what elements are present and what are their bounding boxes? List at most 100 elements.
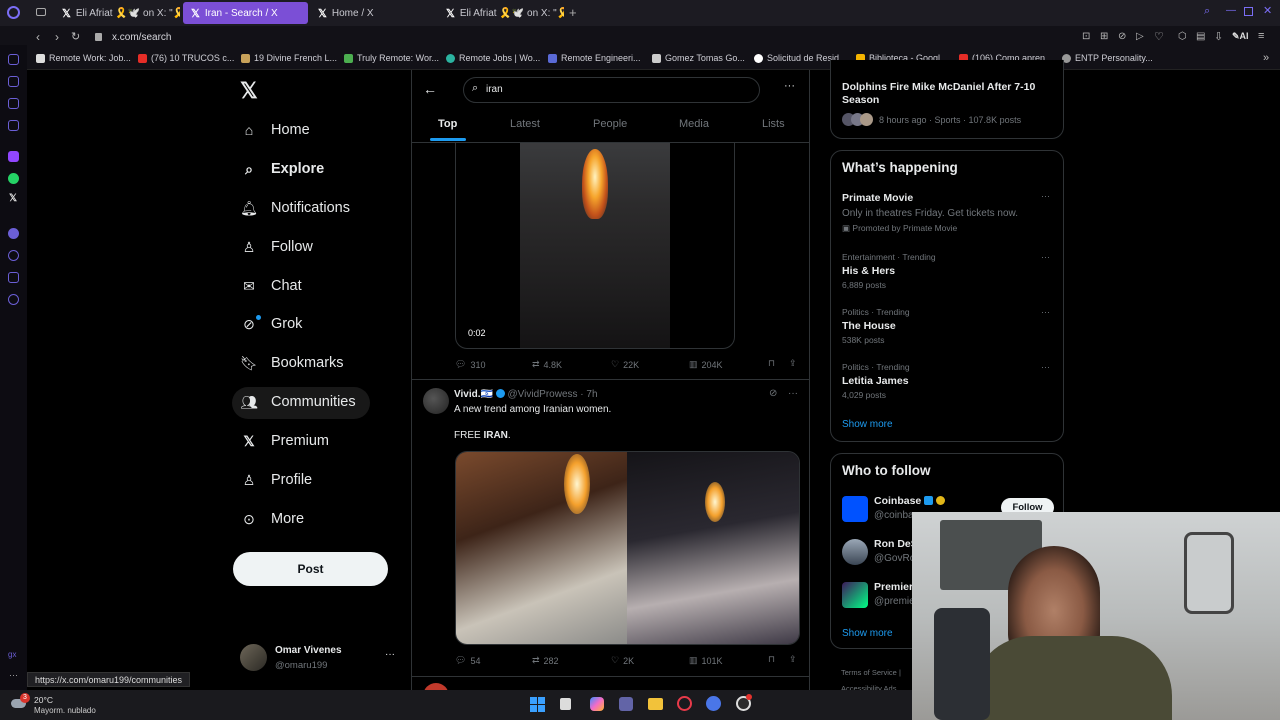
- share-button[interactable]: ⇪: [789, 358, 797, 369]
- post2-avatar[interactable]: [423, 388, 449, 414]
- bookmark-item[interactable]: Gomez Tomas Go...: [652, 53, 745, 63]
- heart-icon[interactable]: ♡: [1154, 30, 1164, 43]
- search-tabs-icon[interactable]: ⌕: [1204, 5, 1210, 18]
- share-button[interactable]: ⇪: [789, 654, 797, 665]
- x-icon[interactable]: 𝕏: [9, 193, 17, 204]
- reply-button[interactable]: 💬︎ 54: [455, 655, 480, 666]
- trend-item[interactable]: Primate Movie Only in theatres Friday. G…: [831, 189, 1063, 239]
- arc-icon[interactable]: [706, 696, 721, 711]
- bookmark-button[interactable]: ⊓: [768, 654, 775, 665]
- file-explorer-icon[interactable]: [648, 698, 663, 710]
- extensions-icon[interactable]: ⬡: [1178, 31, 1187, 42]
- history-icon[interactable]: [8, 250, 19, 261]
- tab-eli-1[interactable]: 𝕏Eli Afriat 🎗️🕊️ on X: "🎗️BR: [54, 2, 180, 24]
- pinboard-icon[interactable]: [8, 272, 19, 283]
- bookmark-item[interactable]: Truly Remote: Wor...: [344, 53, 439, 63]
- tab-iran-search[interactable]: 𝕏 Iran - Search / X: [183, 2, 308, 24]
- wallet-icon[interactable]: ▤: [1196, 31, 1205, 42]
- tab-people[interactable]: People: [593, 118, 627, 130]
- trend-item[interactable]: Politics · Trending Letitia James 4,029 …: [831, 360, 1063, 405]
- trend-item[interactable]: Politics · Trending The House 538K posts…: [831, 305, 1063, 350]
- search-options-icon[interactable]: ···: [784, 80, 795, 92]
- settings-icon[interactable]: [8, 294, 19, 305]
- menu-icon[interactable]: ≡: [1258, 30, 1264, 42]
- maximize-icon[interactable]: [1244, 7, 1253, 16]
- tab-eli-2[interactable]: 𝕏Eli Afriat 🎗️🕊️ on X: "🎗️BR: [438, 2, 564, 24]
- nav-explore[interactable]: ⌕ Explore: [241, 161, 324, 178]
- nav-home[interactable]: ⌂ Home: [241, 122, 310, 138]
- account-more-icon[interactable]: ···: [385, 649, 395, 660]
- nav-profile[interactable]: ♙ Profile: [241, 472, 312, 489]
- nav-more[interactable]: ⊙ More: [241, 511, 304, 528]
- bookmark-item[interactable]: Remote Work: Job...: [36, 53, 131, 63]
- reload-icon[interactable]: ↻: [71, 30, 80, 43]
- post-button[interactable]: Post: [233, 552, 388, 586]
- vpn-icon[interactable]: ⊘: [1118, 31, 1126, 42]
- show-more-link[interactable]: Show more: [842, 419, 893, 430]
- nav-communities[interactable]: 👥︎ Communities: [240, 394, 356, 411]
- opera-logo-icon[interactable]: [7, 6, 20, 19]
- new-tab-plus-icon[interactable]: +: [569, 5, 577, 20]
- opera-taskbar-icon[interactable]: [677, 696, 692, 711]
- top-trend-title[interactable]: Dolphins Fire Mike McDaniel After 7-10 S…: [842, 81, 1052, 107]
- repost-button[interactable]: ⇄ 4.8K: [532, 359, 562, 370]
- grok-analyze-icon[interactable]: ⊘: [769, 388, 777, 399]
- sidebar-options-icon[interactable]: gx: [8, 650, 16, 659]
- bookmark-item[interactable]: Remote Jobs | Wo...: [446, 53, 540, 63]
- tab-top[interactable]: Top: [438, 118, 457, 130]
- minimize-icon[interactable]: —: [1226, 5, 1236, 16]
- ai-icon[interactable]: [8, 76, 19, 87]
- tab-latest[interactable]: Latest: [510, 118, 540, 130]
- camera-icon[interactable]: ▷: [1136, 31, 1144, 42]
- nav-chat[interactable]: ✉ Chat: [241, 278, 302, 295]
- bookmark-icon[interactable]: ⊡: [1082, 31, 1090, 42]
- download-icon[interactable]: ⇩: [1214, 30, 1223, 43]
- search-box[interactable]: ⌕ iran: [463, 77, 760, 103]
- trend-more-icon[interactable]: ···: [1041, 252, 1050, 262]
- post2-media[interactable]: [455, 451, 800, 645]
- trend-more-icon[interactable]: ···: [1041, 191, 1050, 201]
- tab-lists[interactable]: Lists: [762, 118, 785, 130]
- repost-button[interactable]: ⇄ 282: [532, 655, 559, 666]
- bookmark-item[interactable]: 19 Divine French L...: [241, 53, 337, 63]
- back-icon[interactable]: ‹: [36, 30, 40, 44]
- x-home-logo[interactable]: 𝕏: [240, 78, 258, 104]
- like-button[interactable]: ♡ 2K: [611, 655, 634, 666]
- nav-bookmarks[interactable]: 🔖︎ Bookmarks: [240, 355, 343, 372]
- teams-icon[interactable]: [619, 697, 633, 711]
- forward-icon[interactable]: ›: [55, 30, 59, 44]
- windows-start-icon[interactable]: [530, 697, 545, 712]
- footer-terms[interactable]: Terms of Service: [841, 668, 897, 677]
- whatsapp-icon[interactable]: [8, 173, 19, 184]
- show-more-link[interactable]: Show more: [842, 628, 893, 639]
- ai-button[interactable]: ✎AI: [1232, 31, 1249, 42]
- twitch-icon[interactable]: [8, 151, 19, 162]
- copilot-icon[interactable]: [590, 697, 604, 711]
- player-icon[interactable]: [8, 98, 19, 109]
- nav-premium[interactable]: 𝕏 Premium: [241, 433, 329, 450]
- aria-icon[interactable]: [8, 54, 19, 65]
- nav-follow[interactable]: ♙ Follow: [241, 239, 313, 256]
- nav-grok[interactable]: ⊘ Grok: [241, 316, 302, 333]
- url-field[interactable]: x.com/search: [112, 32, 171, 43]
- close-window-icon[interactable]: ✕: [1263, 4, 1272, 17]
- weather-widget[interactable]: 3 20°C Mayorm. nublado: [8, 693, 118, 716]
- bookmarks-overflow-icon[interactable]: »: [1263, 52, 1269, 64]
- bookmark-item[interactable]: Remote Engineeri...: [548, 53, 641, 63]
- views-button[interactable]: ▥ 204K: [689, 359, 723, 370]
- bookmark-button[interactable]: ⊓: [768, 358, 775, 369]
- nav-notifications[interactable]: 🔔︎ Notifications: [240, 200, 350, 217]
- tab-media[interactable]: Media: [679, 118, 709, 130]
- post2-author[interactable]: Vivid.🇮🇱: [454, 389, 493, 400]
- screenshot-icon[interactable]: ⊞: [1100, 31, 1108, 42]
- like-button[interactable]: ♡ 22K: [611, 359, 639, 370]
- trend-more-icon[interactable]: ···: [1041, 307, 1050, 317]
- task-view-icon[interactable]: [560, 698, 571, 710]
- tab-home[interactable]: 𝕏 Home / X: [310, 2, 436, 24]
- post1-video[interactable]: 0:02: [455, 143, 735, 349]
- back-arrow-icon[interactable]: ←: [423, 81, 437, 97]
- post2-more-icon[interactable]: ···: [788, 388, 798, 399]
- account-switcher[interactable]: Omar Vivenes @omaru199 ···: [240, 642, 400, 674]
- bookmark-item[interactable]: ENTP Personality...: [1062, 53, 1153, 63]
- views-button[interactable]: ▥ 101K: [689, 655, 723, 666]
